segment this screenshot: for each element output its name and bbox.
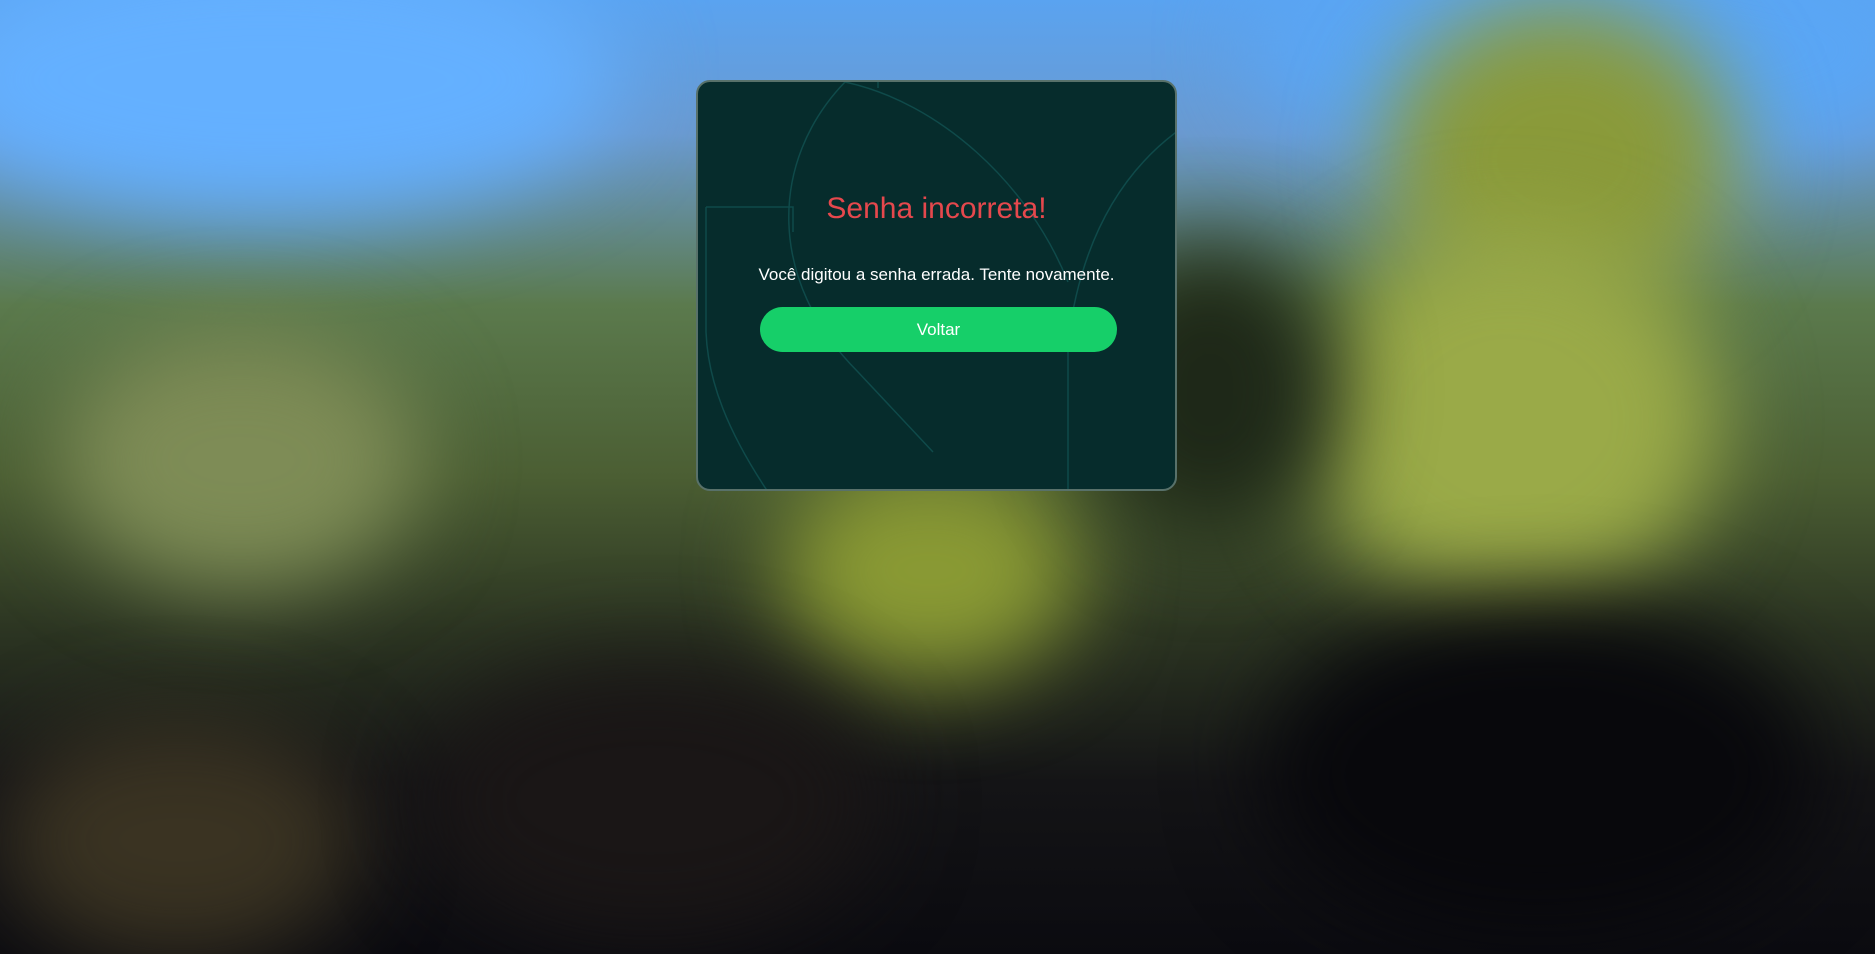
- dialog-title: Senha incorreta!: [826, 192, 1047, 225]
- decorative-arcs-icon: [705, 82, 1175, 489]
- dialog-message: Você digitou a senha errada. Tente novam…: [758, 265, 1115, 284]
- error-dialog: Senha incorreta! Você digitou a senha er…: [696, 80, 1177, 491]
- back-button[interactable]: Voltar: [760, 307, 1117, 352]
